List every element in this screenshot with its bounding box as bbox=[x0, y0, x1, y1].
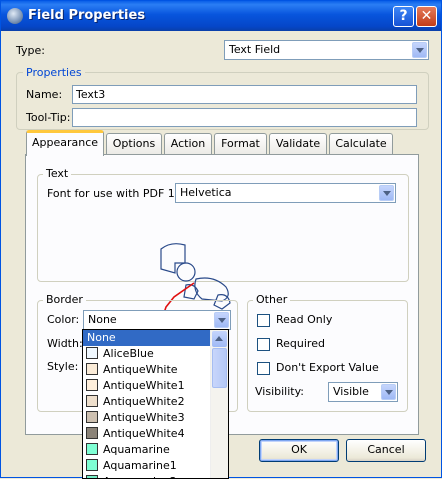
color-swatch bbox=[86, 363, 98, 375]
color-option[interactable]: AntiqueWhite bbox=[83, 362, 212, 378]
tab-validate[interactable]: Validate bbox=[269, 133, 327, 154]
color-swatch bbox=[86, 475, 98, 478]
color-option[interactable]: None bbox=[83, 330, 212, 346]
color-option-label: None bbox=[87, 331, 116, 344]
color-option[interactable]: Aquamarine bbox=[83, 442, 212, 458]
name-input[interactable]: Text3 bbox=[72, 85, 417, 104]
border-color-select[interactable]: None bbox=[83, 310, 231, 330]
chevron-down-icon[interactable] bbox=[381, 384, 396, 400]
chevron-down-icon[interactable] bbox=[379, 185, 394, 201]
border-legend: Border bbox=[43, 293, 86, 306]
title-bar[interactable]: Field Properties ? ✕ bbox=[1, 1, 441, 31]
other-legend: Other bbox=[253, 293, 291, 306]
color-option-label: Aquamarine2 bbox=[103, 474, 177, 478]
border-color-label: Color: bbox=[47, 313, 80, 326]
tab-appearance[interactable]: Appearance bbox=[26, 130, 104, 156]
type-select[interactable]: Text Field bbox=[224, 40, 429, 60]
color-option[interactable]: AntiqueWhite3 bbox=[83, 410, 212, 426]
chevron-down-icon[interactable] bbox=[214, 312, 229, 328]
tooltip-label: Tool-Tip: bbox=[26, 111, 71, 124]
scrollbar-thumb[interactable] bbox=[212, 348, 227, 388]
type-label: Type: bbox=[16, 44, 45, 57]
color-option[interactable]: AntiqueWhite1 bbox=[83, 378, 212, 394]
color-swatch bbox=[86, 411, 98, 423]
border-color-value: None bbox=[88, 313, 117, 326]
color-option-label: AntiqueWhite2 bbox=[103, 395, 185, 408]
cancel-button[interactable]: Cancel bbox=[346, 439, 426, 462]
read-only-checkbox[interactable] bbox=[257, 314, 270, 327]
dont-export-label: Don't Export Value bbox=[276, 361, 379, 374]
color-swatch bbox=[86, 395, 98, 407]
color-option-label: AntiqueWhite3 bbox=[103, 411, 185, 424]
color-option-label: AntiqueWhite1 bbox=[103, 379, 185, 392]
app-icon bbox=[7, 8, 23, 24]
color-swatch bbox=[86, 443, 98, 455]
color-option[interactable]: AntiqueWhite4 bbox=[83, 426, 212, 442]
color-option[interactable]: Aquamarine1 bbox=[83, 458, 212, 474]
scroll-up-icon[interactable] bbox=[212, 331, 227, 347]
tab-calculate[interactable]: Calculate bbox=[329, 133, 393, 154]
tab-options[interactable]: Options bbox=[106, 133, 162, 154]
color-dropdown-list[interactable]: None AliceBlue AntiqueWhite AntiqueWhite1 An… bbox=[82, 329, 229, 479]
help-button[interactable]: ? bbox=[393, 6, 414, 27]
field-properties-dialog: Field Properties ? ✕ Type: Text Field Pr… bbox=[0, 0, 442, 479]
tooltip-input[interactable] bbox=[72, 108, 417, 127]
color-option-label: Aquamarine1 bbox=[103, 459, 177, 472]
tab-format[interactable]: Format bbox=[214, 133, 267, 154]
border-width-label: Width: bbox=[47, 337, 83, 350]
ok-button[interactable]: OK bbox=[259, 439, 339, 462]
color-swatch bbox=[86, 427, 98, 439]
color-option[interactable]: AntiqueWhite2 bbox=[83, 394, 212, 410]
read-only-label: Read Only bbox=[276, 313, 333, 326]
color-option-label: Aquamarine bbox=[103, 443, 170, 456]
color-swatch bbox=[86, 347, 98, 359]
required-label: Required bbox=[276, 337, 325, 350]
tab-action[interactable]: Action bbox=[164, 133, 212, 154]
color-swatch bbox=[86, 379, 98, 391]
question-mark-icon: ? bbox=[399, 8, 408, 24]
color-option-label: AntiqueWhite4 bbox=[103, 427, 185, 440]
chevron-down-icon[interactable] bbox=[412, 42, 427, 58]
required-checkbox[interactable] bbox=[257, 338, 270, 351]
color-swatch bbox=[86, 459, 98, 471]
border-style-label: Style: bbox=[47, 360, 79, 373]
dropdown-scrollbar[interactable] bbox=[210, 330, 228, 478]
window-title: Field Properties bbox=[28, 8, 146, 23]
color-option[interactable]: Aquamarine2 bbox=[83, 474, 212, 478]
close-button[interactable]: ✕ bbox=[416, 6, 437, 27]
properties-legend: Properties bbox=[23, 66, 85, 79]
name-label: Name: bbox=[26, 88, 63, 101]
color-option[interactable]: AliceBlue bbox=[83, 346, 212, 362]
dont-export-checkbox[interactable] bbox=[257, 362, 270, 375]
close-icon: ✕ bbox=[420, 8, 433, 24]
visibility-select[interactable]: Visible bbox=[328, 382, 398, 402]
type-value: Text Field bbox=[229, 43, 281, 56]
visibility-label: Visibility: bbox=[255, 385, 305, 398]
font-value: Helvetica bbox=[180, 186, 232, 199]
color-option-label: AntiqueWhite bbox=[103, 363, 178, 376]
text-legend: Text bbox=[43, 167, 72, 180]
font-label: Font for use with PDF 1.3: bbox=[47, 187, 189, 200]
visibility-value: Visible bbox=[333, 385, 369, 398]
color-option-label: AliceBlue bbox=[103, 347, 154, 360]
font-select[interactable]: Helvetica bbox=[175, 183, 396, 203]
